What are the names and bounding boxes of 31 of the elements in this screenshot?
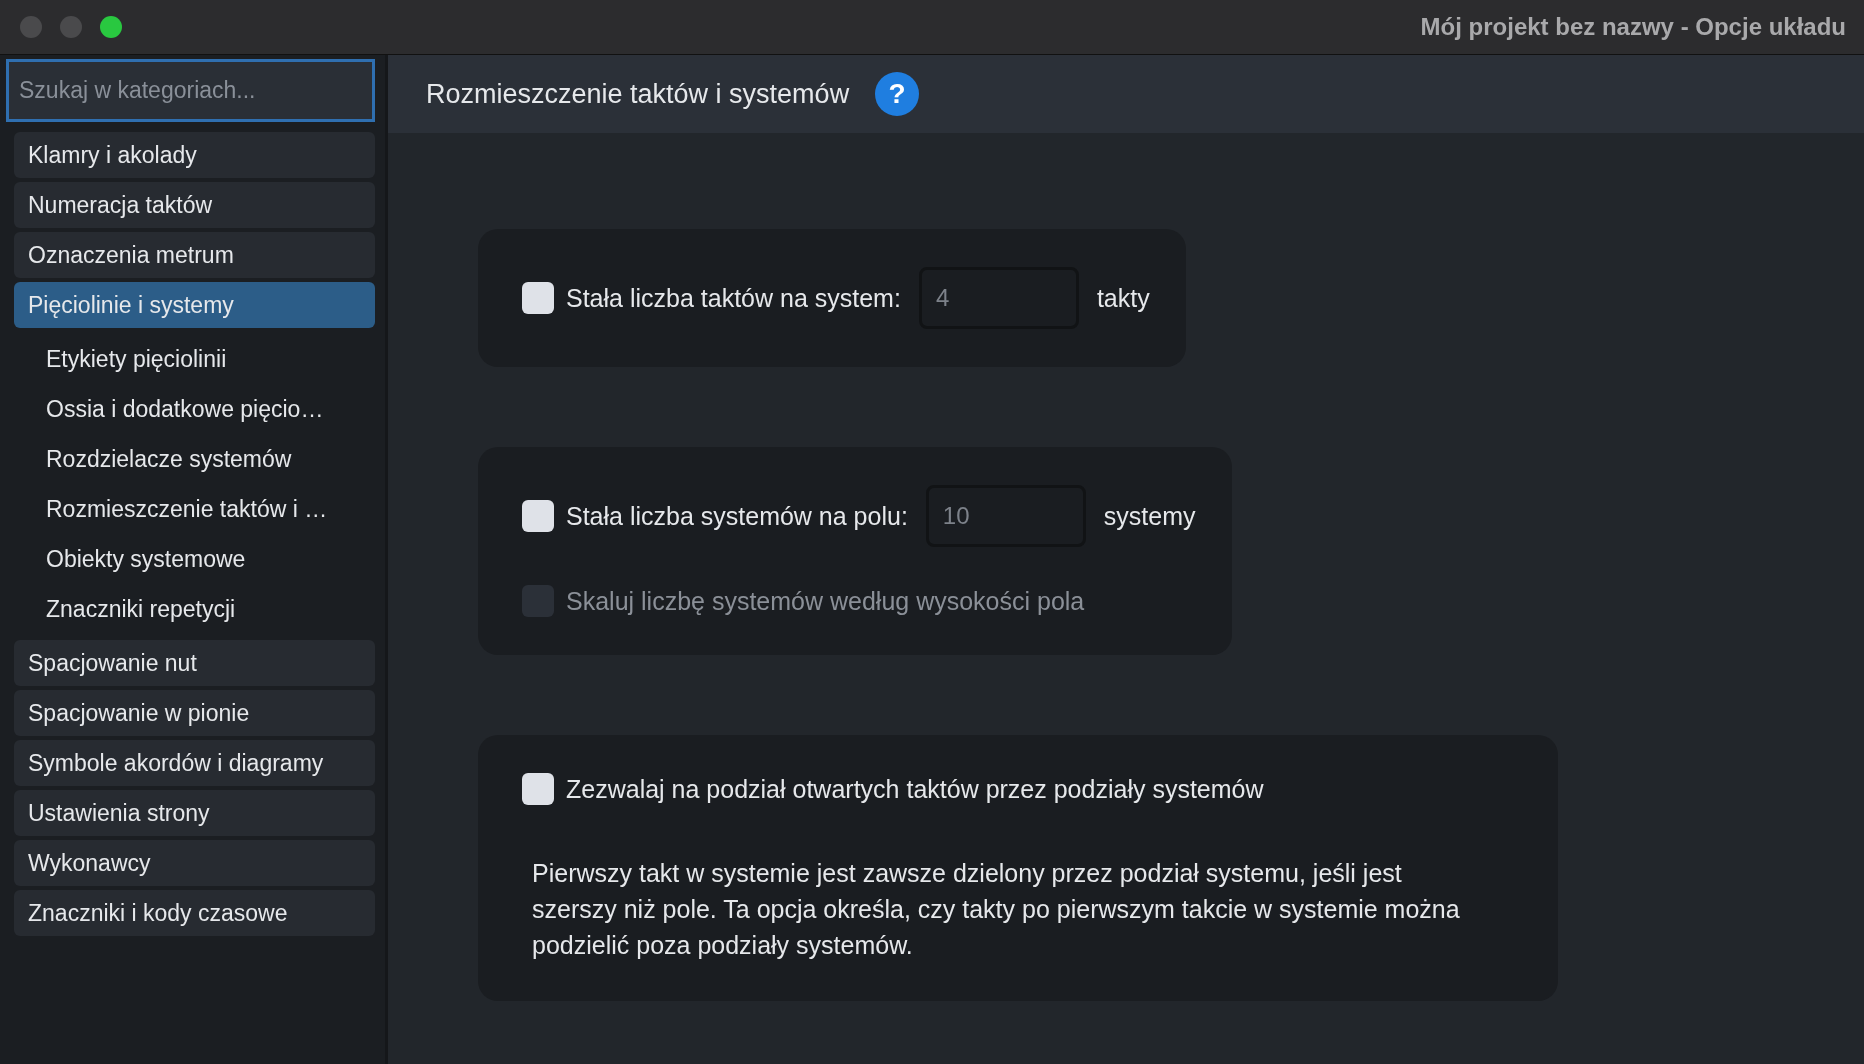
checkbox[interactable]: [522, 773, 554, 805]
page-title: Rozmieszczenie taktów i systemów: [426, 78, 850, 110]
description-text: Pierwszy takt w systemie jest zawsze dzielony przez podział systemu, jeśli jest szerszy niż pole. Ta opcja określa, czy takty po pierwszym takcie w systemie można podzielić poza podziały systemów.: [532, 858, 1461, 961]
checkbox[interactable]: [522, 282, 554, 314]
sidebar-item[interactable]: Oznaczenia metrum: [14, 232, 375, 278]
zoom-icon[interactable]: [100, 16, 122, 38]
sidebar-subitem[interactable]: Rozmieszczenie taktów i …: [14, 484, 375, 534]
help-button[interactable]: ?: [875, 72, 920, 116]
option-label: Zezwalaj na podział otwartych taktów przez podziały systemów: [566, 774, 1264, 804]
sidebar-item[interactable]: Ustawienia strony: [14, 790, 375, 836]
sidebar-item[interactable]: Klamry i akolady: [14, 132, 375, 178]
sidebar-item[interactable]: Wykonawcy: [14, 840, 375, 886]
sidebar-item[interactable]: Numeracja taktów: [14, 182, 375, 228]
option-label: Stała liczba taktów na system:: [566, 283, 901, 313]
checkbox[interactable]: [522, 500, 554, 532]
sidebar-item[interactable]: Symbole akordów i diagramy: [14, 740, 375, 786]
unit-label: systemy: [1103, 501, 1196, 531]
window-title: Mój projekt bez nazwy - Opcje układu: [1420, 13, 1846, 41]
sidebar-subitem[interactable]: Etykiety pięciolinii: [14, 334, 375, 384]
search-field[interactable]: Szukaj w kategoriach...: [6, 59, 375, 122]
sidebar-subitem[interactable]: Ossia i dodatkowe pięcio…: [14, 384, 375, 434]
sidebar-subitem[interactable]: Znaczniki repetycji: [14, 584, 375, 634]
sidebar-subitem[interactable]: Obiekty systemowe: [14, 534, 375, 584]
sidebar-item[interactable]: Znaczniki i kody czasowe: [14, 890, 375, 936]
sidebar-item[interactable]: Spacjowanie nut: [14, 640, 375, 686]
option-label: Stała liczba systemów na polu:: [566, 501, 908, 531]
sidebar-item[interactable]: Pięciolinie i systemy: [14, 282, 375, 328]
sidebar-subitem[interactable]: Rozdzielacze systemów: [14, 434, 375, 484]
option-label: Skaluj liczbę systemów według wysokości pola: [566, 586, 1085, 616]
unit-label: takty: [1096, 283, 1150, 313]
sidebar-item[interactable]: Spacjowanie w pionie: [14, 690, 375, 736]
